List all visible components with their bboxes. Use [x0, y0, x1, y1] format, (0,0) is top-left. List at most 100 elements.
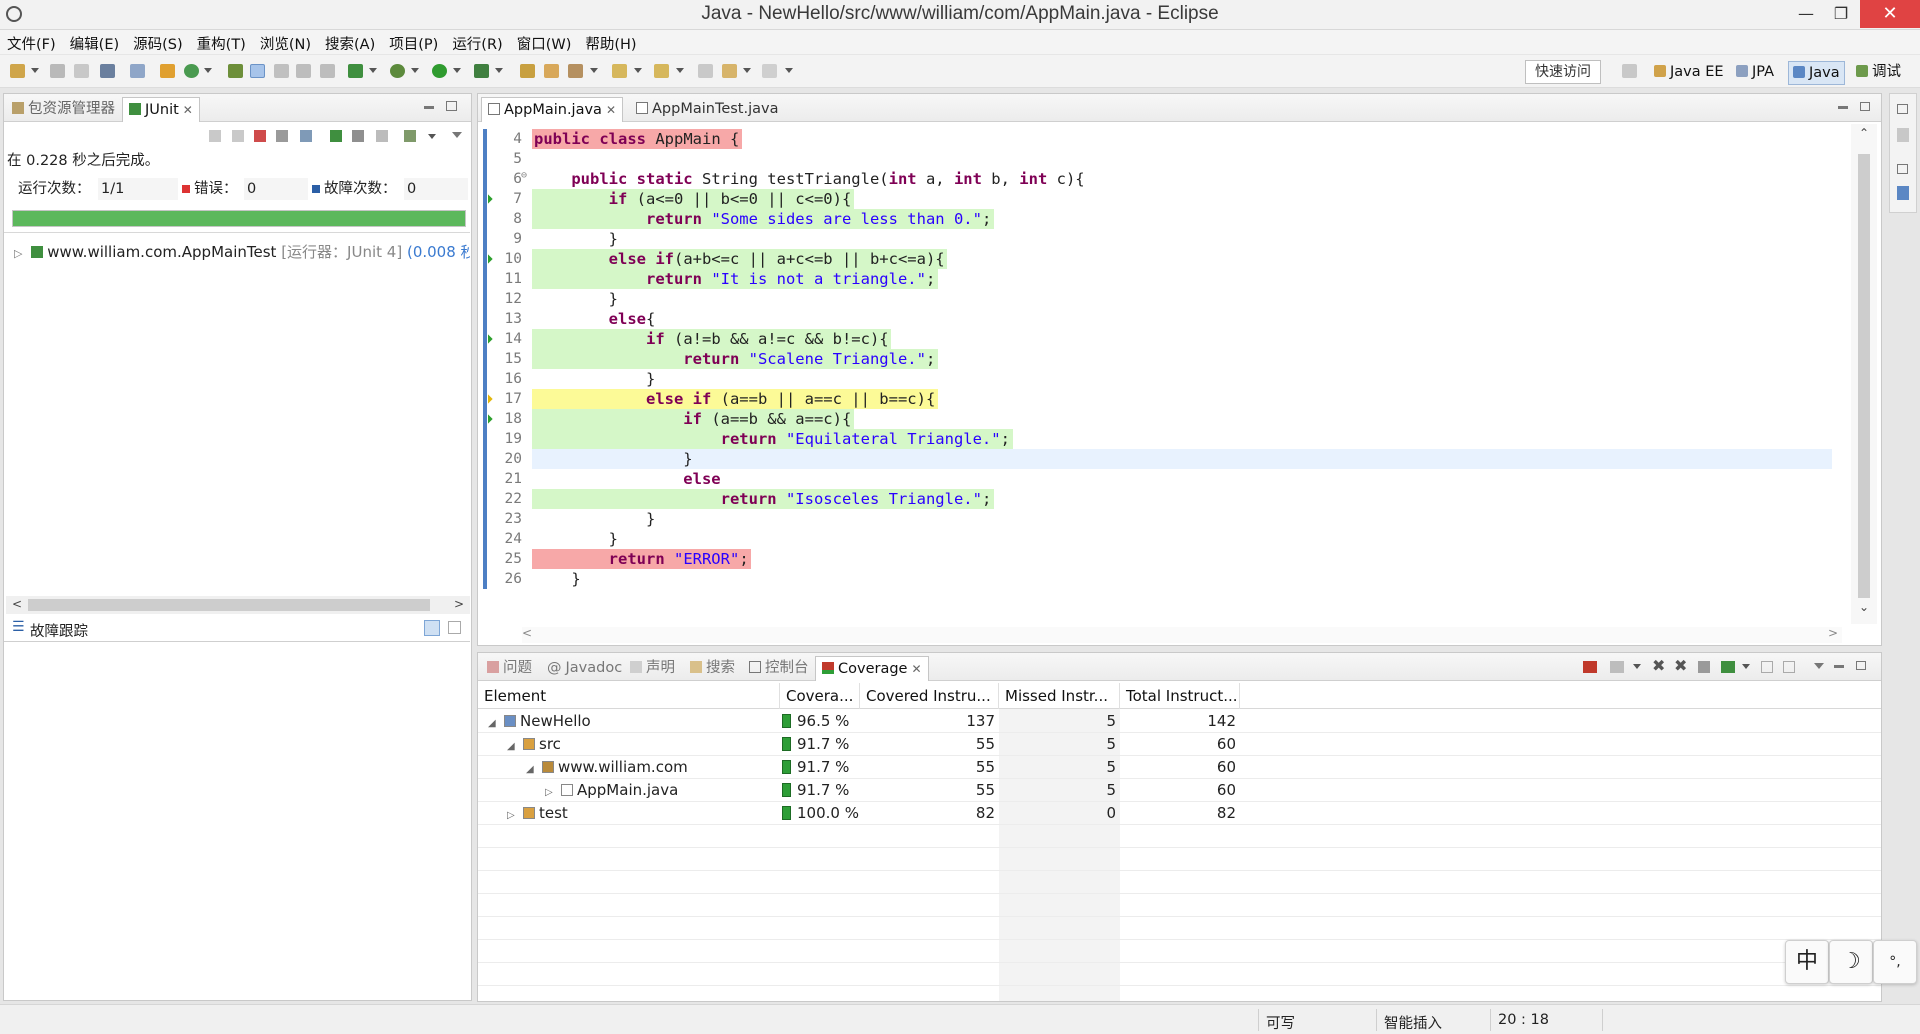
- menu-window[interactable]: 窗口(W): [510, 30, 579, 54]
- menu-refactor[interactable]: 重构(T): [190, 30, 253, 54]
- collapse-icon[interactable]: ◢: [526, 759, 538, 781]
- merge-sessions-icon[interactable]: [1610, 661, 1624, 673]
- chevron-down-icon[interactable]: [411, 68, 419, 73]
- next-failure-icon[interactable]: [209, 130, 221, 142]
- perspective-java-ee[interactable]: Java EE: [1650, 61, 1728, 85]
- code-line[interactable]: return "Equilateral Triangle.";: [534, 429, 1010, 449]
- column-covered[interactable]: Covered Instru...: [860, 683, 999, 709]
- code-line[interactable]: return "Isosceles Triangle.";: [534, 489, 992, 509]
- chevron-down-icon[interactable]: [634, 68, 642, 73]
- menu-help[interactable]: 帮助(H): [578, 30, 643, 54]
- menu-search[interactable]: 搜索(A): [318, 30, 382, 54]
- scroll-right-icon[interactable]: >: [1828, 626, 1838, 640]
- code-line[interactable]: }: [534, 369, 655, 389]
- table-row[interactable]: ▷ AppMain.java 91.7 % 55 5 60: [478, 779, 1881, 802]
- scrollbar-thumb[interactable]: [1858, 154, 1870, 598]
- remove-all-sessions-icon[interactable]: ✖: [1674, 656, 1687, 675]
- code-line[interactable]: return "ERROR";: [534, 549, 749, 569]
- compare-icon[interactable]: [448, 621, 461, 634]
- tab-appmain-java[interactable]: AppMain.java ✕: [481, 97, 623, 122]
- chevron-down-icon[interactable]: [785, 68, 793, 73]
- scroll-lock-icon[interactable]: [276, 130, 288, 142]
- task-list-icon[interactable]: [1897, 186, 1909, 200]
- chevron-down-icon[interactable]: [590, 68, 598, 73]
- rerun-failed-icon[interactable]: [330, 130, 342, 142]
- ime-moon-button[interactable]: ☽: [1829, 940, 1873, 984]
- mark-occurrences-icon[interactable]: [250, 64, 265, 78]
- quick-access-input[interactable]: 快速访问: [1525, 60, 1601, 84]
- previous-failure-icon[interactable]: [232, 130, 244, 142]
- tab-declaration[interactable]: 声明: [624, 656, 681, 681]
- run-icon[interactable]: [432, 64, 447, 78]
- restore-view-icon[interactable]: [1860, 102, 1870, 111]
- package-icon[interactable]: [160, 64, 175, 78]
- restore-icon[interactable]: [1897, 104, 1908, 114]
- tab-appmaintest-java[interactable]: AppMainTest.java: [630, 97, 785, 122]
- new-package-icon[interactable]: [544, 64, 559, 78]
- debug-icon[interactable]: [390, 64, 405, 78]
- scroll-right-icon[interactable]: >: [454, 597, 464, 611]
- show-failures-only-icon[interactable]: [254, 130, 266, 142]
- highlight-icon[interactable]: [274, 64, 289, 78]
- collapse-icon[interactable]: ◢: [488, 713, 500, 735]
- dump-icon[interactable]: [1698, 661, 1710, 673]
- column-element[interactable]: Element: [478, 683, 780, 709]
- chevron-down-icon[interactable]: [743, 68, 751, 73]
- menu-project[interactable]: 项目(P): [382, 30, 445, 54]
- filter-stack-icon[interactable]: [424, 620, 440, 636]
- menu-file[interactable]: 文件(F): [0, 30, 63, 54]
- expand-icon[interactable]: ▷: [545, 782, 557, 804]
- external-tools-icon[interactable]: [474, 64, 489, 78]
- restore-icon[interactable]: [1897, 164, 1908, 174]
- expand-icon[interactable]: ▷: [507, 805, 519, 827]
- coverage-run-icon[interactable]: [348, 64, 363, 78]
- stop-icon[interactable]: [352, 130, 364, 142]
- menu-edit[interactable]: 编辑(E): [63, 30, 126, 54]
- chevron-down-icon[interactable]: [676, 68, 684, 73]
- minimize-view-icon[interactable]: [1838, 106, 1848, 109]
- code-line[interactable]: }: [534, 569, 580, 589]
- code-line[interactable]: }: [534, 229, 618, 249]
- code-line[interactable]: }: [534, 289, 618, 309]
- last-edit-icon[interactable]: [698, 64, 713, 78]
- rerun-icon[interactable]: [300, 130, 312, 142]
- ime-chinese-button[interactable]: 中: [1785, 940, 1829, 984]
- code-line[interactable]: public class AppMain {: [534, 129, 739, 149]
- element-cell[interactable]: ◢ src: [507, 733, 778, 756]
- close-icon[interactable]: ✕: [911, 662, 921, 676]
- column-total[interactable]: Total Instruct...: [1120, 683, 1240, 709]
- chevron-down-icon[interactable]: [428, 134, 436, 139]
- minimize-view-icon[interactable]: [424, 106, 434, 109]
- build-icon[interactable]: [130, 64, 145, 78]
- table-row[interactable]: ◢ src 91.7 % 55 5 60: [478, 733, 1881, 756]
- code-line[interactable]: return "Some sides are less than 0.";: [534, 209, 991, 229]
- chevron-down-icon[interactable]: [1633, 664, 1641, 669]
- ime-punct-button[interactable]: °,: [1873, 940, 1917, 984]
- collapse-icon[interactable]: ◢: [507, 736, 519, 758]
- tab-package-explorer[interactable]: 包资源管理器: [6, 97, 121, 122]
- chevron-down-icon[interactable]: [453, 68, 461, 73]
- perspective-java[interactable]: Java: [1788, 61, 1845, 85]
- show-whitespace-icon[interactable]: [320, 64, 335, 78]
- new-class-icon[interactable]: [568, 64, 583, 78]
- menu-navigate[interactable]: 浏览(N): [253, 30, 318, 54]
- tab-search[interactable]: 搜索: [684, 656, 741, 681]
- code-line[interactable]: return "Scalene Triangle.";: [534, 349, 935, 369]
- expand-icon[interactable]: ▷: [14, 247, 22, 260]
- test-tree-item[interactable]: ▷ www.william.com.AppMainTest [运行器：JUnit…: [14, 241, 470, 262]
- collapse-all-icon[interactable]: [1761, 661, 1773, 673]
- next-annotation-icon[interactable]: [612, 64, 627, 78]
- save-icon[interactable]: [50, 64, 65, 78]
- forward-icon[interactable]: [762, 64, 777, 78]
- vertical-scrollbar[interactable]: ⌃ ⌄: [1851, 124, 1877, 624]
- element-cell[interactable]: ▷ test: [507, 802, 778, 825]
- open-type-icon[interactable]: [228, 64, 243, 78]
- code-line[interactable]: if (a<=0 || b<=0 || c<=0){: [534, 189, 852, 209]
- column-coverage[interactable]: Covera...: [780, 683, 860, 709]
- relaunch-icon[interactable]: [1721, 661, 1735, 673]
- tab-junit[interactable]: JUnit ✕: [122, 97, 200, 122]
- new-java-project-icon[interactable]: [520, 64, 535, 78]
- menu-run[interactable]: 运行(R): [445, 30, 509, 54]
- chevron-down-icon[interactable]: [204, 68, 212, 73]
- chevron-down-icon[interactable]: [369, 68, 377, 73]
